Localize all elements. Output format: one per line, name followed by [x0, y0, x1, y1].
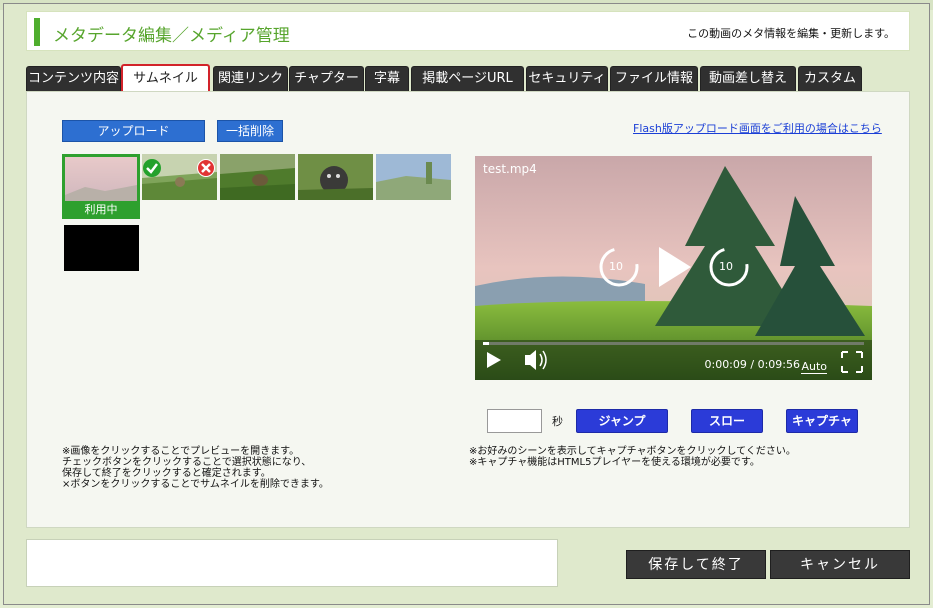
tab-page-url[interactable]: 掲載ページURL	[411, 66, 524, 92]
thumbnail-3[interactable]	[220, 154, 295, 200]
tab-thumbnail[interactable]: サムネイル	[121, 64, 210, 93]
seconds-unit-label: 秒	[552, 415, 563, 428]
capture-button[interactable]: キャプチャ	[786, 409, 858, 433]
selected-thumbnail-frame	[62, 154, 140, 206]
tab-subtitles[interactable]: 字幕	[365, 66, 409, 92]
in-use-badge: 利用中	[62, 201, 140, 219]
seconds-input[interactable]	[487, 409, 542, 433]
memo-box	[26, 539, 558, 587]
jump-button[interactable]: ジャンプ	[576, 409, 668, 433]
flash-upload-link[interactable]: Flash版アップロード画面をご利用の場合はこちら	[633, 120, 882, 136]
thumbnail-help-note: ※画像をクリックすることでプレビューを開きます。 チェックボタンをクリックするこ…	[62, 446, 329, 490]
skip-forward-icon[interactable]: 10	[719, 260, 733, 273]
tab-content[interactable]: コンテンツ内容	[26, 66, 121, 92]
capture-help-note: ※お好みのシーンを表示してキャプチャボタンをクリックしてください。 ※キャプチャ…	[469, 446, 796, 468]
dialog-header: メタデータ編集／メディア管理 この動画のメタ情報を編集・更新します。	[26, 11, 910, 51]
video-frame	[475, 156, 872, 380]
slow-button[interactable]: スロー	[691, 409, 763, 433]
skip-back-icon[interactable]: 10	[609, 260, 623, 273]
playback-time: 0:00:09 / 0:09:56	[704, 358, 800, 371]
tab-replace-video[interactable]: 動画差し替え	[700, 66, 796, 92]
cancel-button[interactable]: キャンセル	[770, 550, 910, 579]
thumbnail-5[interactable]	[376, 154, 451, 200]
quality-auto-button[interactable]: Auto	[801, 360, 827, 374]
bulk-delete-button[interactable]: 一括削除	[217, 120, 283, 142]
tab-chapter[interactable]: チャプター	[289, 66, 364, 92]
tab-custom[interactable]: カスタム	[798, 66, 862, 92]
tab-security[interactable]: セキュリティ	[526, 66, 608, 92]
thumbnail-6[interactable]	[64, 225, 139, 271]
select-check-icon[interactable]	[143, 159, 161, 177]
save-and-exit-button[interactable]: 保存して終了	[626, 550, 766, 579]
tab-related-links[interactable]: 関連リンク	[213, 66, 288, 92]
page-title: メタデータ編集／メディア管理	[53, 26, 290, 46]
upload-button[interactable]: アップロード	[62, 120, 205, 142]
thumbnail-panel: アップロード 一括削除 Flash版アップロード画面をご利用の場合はこちら 利用…	[26, 91, 910, 528]
video-player[interactable]: test.mp4 10 10 0:00:09 / 0:09:56 Auto	[475, 156, 872, 380]
tab-file-info[interactable]: ファイル情報	[610, 66, 698, 92]
video-filename: test.mp4	[483, 162, 537, 176]
page-description: この動画のメタ情報を編集・更新します。	[687, 27, 895, 40]
delete-x-icon[interactable]	[197, 159, 215, 177]
thumbnail-4[interactable]	[298, 154, 373, 200]
header-accent-bar	[34, 18, 40, 46]
